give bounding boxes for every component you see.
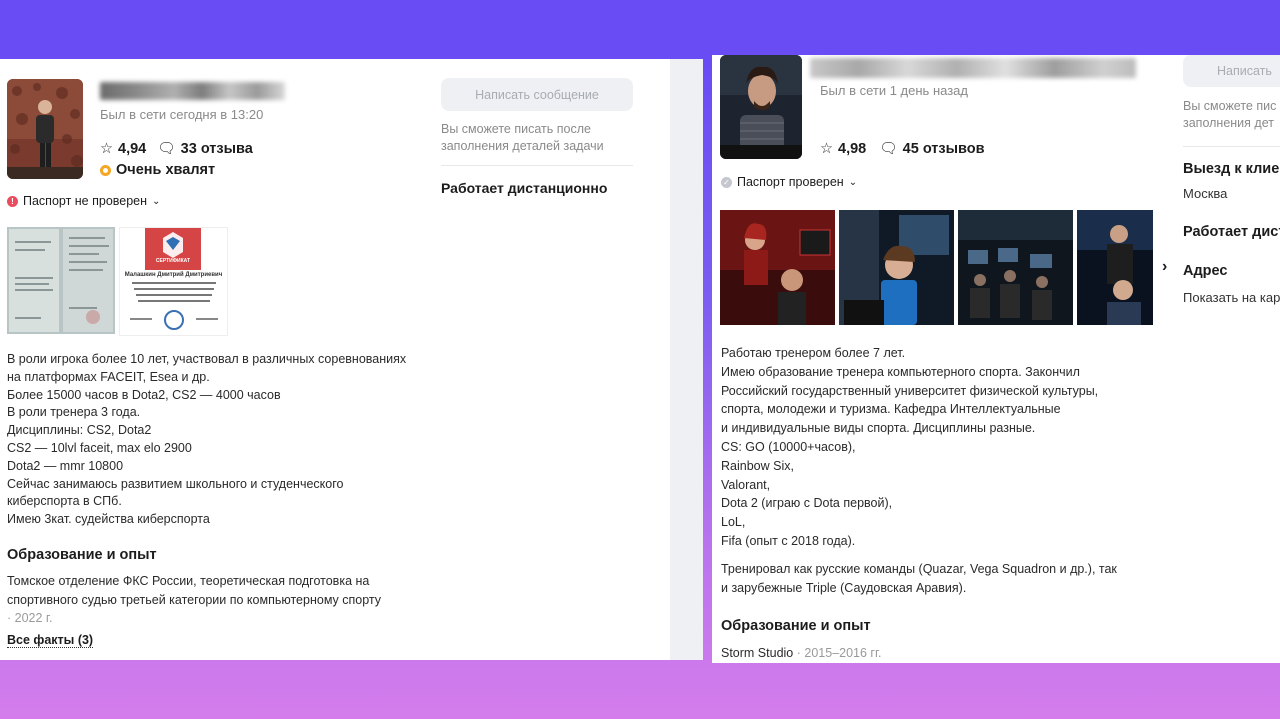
rating-value: 4,94 xyxy=(118,140,147,157)
badge-icon xyxy=(100,164,111,176)
avatar-image xyxy=(720,55,802,159)
teams-line: Тренировал как русские команды (Quazar, … xyxy=(721,562,1117,576)
visit-city: Москва xyxy=(1183,186,1228,201)
visit-client-title: Выезд к клие xyxy=(1183,161,1280,177)
rating-row: ☆ 4,94 🗨 33 отзыва xyxy=(100,140,253,158)
side-divider xyxy=(441,165,633,166)
rating-value: 4,98 xyxy=(838,140,867,157)
remote-work-label: Работает дист xyxy=(1183,224,1280,240)
education-text: Томское отделение ФКС России, теоретичес… xyxy=(7,572,427,628)
bio-line: Rainbow Six, xyxy=(721,458,794,473)
education-title: Образование и опыт xyxy=(7,547,157,563)
bio-line: Дисциплины: CS2, Dota2 xyxy=(7,423,152,438)
certificate-name: Малашкин Дмитрий Дмитриевич xyxy=(124,272,223,278)
comment-icon: 🗨 xyxy=(157,141,176,157)
praise-badge: Очень хвалят xyxy=(100,162,215,178)
bio-line: Работаю тренером более 7 лет. xyxy=(721,346,906,360)
reviews-link[interactable]: 33 отзыва xyxy=(181,141,253,157)
all-facts-link[interactable]: Все факты (3) xyxy=(7,633,94,648)
write-message-button[interactable]: Написать xyxy=(1183,55,1280,87)
bio-line: Dota2 — mmr 10800 xyxy=(7,458,124,473)
teams-line: и зарубежные Triple (Саудовская Аравия). xyxy=(721,580,967,595)
chevron-down-icon: ⌄ xyxy=(848,176,858,188)
diploma-thumbnail[interactable] xyxy=(7,227,115,334)
certificate-title: СЕРТИФИКАТ xyxy=(155,258,191,264)
education-title: Образование и опыт xyxy=(721,618,871,634)
bio-text: Работаю тренером более 7 лет. Имею образ… xyxy=(721,344,1161,551)
message-note: Вы сможете писать после заполнения детал… xyxy=(441,122,604,153)
bio-line: Fifa (опыт с 2018 года). xyxy=(721,533,856,548)
bio-line: Valorant, xyxy=(721,477,771,492)
bio-line: CS: GO (10000+часов), xyxy=(721,439,856,454)
gallery-photo[interactable] xyxy=(720,210,835,325)
message-note-line: заполнения дет xyxy=(1183,116,1274,130)
chevron-right-icon[interactable]: › xyxy=(1162,258,1167,276)
bio-line: CS2 — 10lvl faceit, max elo 2900 xyxy=(7,440,192,455)
gallery-photo[interactable] xyxy=(958,210,1073,325)
education-year: · 2022 г. xyxy=(7,611,53,625)
studio-years: · 2015–2016 гг. xyxy=(796,646,882,660)
comment-icon: 🗨 xyxy=(879,141,898,157)
bio-line: Имею образование тренера компьютерного с… xyxy=(721,364,1080,379)
write-message-button[interactable]: Написать сообщение xyxy=(441,78,633,111)
education-entry: Storm Studio · 2015–2016 гг. xyxy=(721,645,882,663)
gallery-photo[interactable] xyxy=(839,210,954,325)
bio-line: Более 15000 часов в Dota2, CS2 — 4000 ча… xyxy=(7,387,281,402)
message-note: Вы сможете пис заполнения дет xyxy=(1183,98,1276,132)
show-on-map-link[interactable]: Показать на кар xyxy=(1183,290,1280,305)
profile-name-blurred xyxy=(810,58,1136,78)
remote-work-label: Работает дистанционно xyxy=(441,180,608,196)
education-line: Томское отделение ФКС России, теоретичес… xyxy=(7,574,370,588)
star-icon: ☆ xyxy=(820,140,833,157)
passport-status[interactable]: ✓ Паспорт проверен ⌄ xyxy=(721,175,857,189)
warning-dot-icon: ! xyxy=(7,195,18,207)
bio-line: и индивидуальные виды спорта. Дисциплины… xyxy=(721,421,1036,436)
last-seen: Был в сети сегодня в 13:20 xyxy=(100,107,264,122)
certificate-thumbnail[interactable]: СЕРТИФИКАТ Малашкин Дмитрий Дмитриевич xyxy=(119,227,228,336)
bio-text: В роли игрока более 10 лет, участвовал в… xyxy=(7,351,427,529)
chevron-down-icon: ⌄ xyxy=(152,195,161,207)
bio-line: LoL, xyxy=(721,515,746,530)
avatar xyxy=(720,55,802,159)
check-dot-icon: ✓ xyxy=(721,176,732,188)
teams-text: Тренировал как русские команды (Quazar, … xyxy=(721,560,1161,598)
bio-line: Российский государственный университет ф… xyxy=(721,383,1099,398)
education-line: спортивного судью третьей категории по к… xyxy=(7,592,382,607)
reviews-link[interactable]: 45 отзывов xyxy=(903,141,985,157)
avatar xyxy=(7,79,83,179)
star-icon: ☆ xyxy=(100,140,113,157)
bio-line: на платформах FACEIT, Esea и др. xyxy=(7,369,210,384)
gallery-photo[interactable] xyxy=(1077,210,1153,325)
message-note-line: Вы сможете пис xyxy=(1183,99,1277,113)
bio-line: В роли игрока более 10 лет, участвовал в… xyxy=(7,352,407,366)
passport-label: Паспорт не проверен xyxy=(23,194,148,208)
rating-row: ☆ 4,98 🗨 45 отзывов xyxy=(820,140,985,158)
badge-label: Очень хвалят xyxy=(116,162,216,178)
right-profile-card: Был в сети 1 день назад ☆ 4,98 🗨 45 отзы… xyxy=(712,55,1280,663)
studio-name: Storm Studio xyxy=(721,646,794,660)
address-title: Адрес xyxy=(1183,263,1228,279)
bio-line: киберспорта в СПб. xyxy=(7,494,122,509)
passport-status[interactable]: ! Паспорт не проверен ⌄ xyxy=(7,194,160,208)
side-divider xyxy=(1183,146,1280,147)
bio-line: Dota 2 (играю с Dota первой), xyxy=(721,496,893,511)
left-panel-edge xyxy=(670,59,703,660)
left-profile-card: Был в сети сегодня в 13:20 ☆ 4,94 🗨 33 о… xyxy=(0,59,670,660)
bio-line: Сейчас занимаюсь развитием школьного и с… xyxy=(7,476,344,491)
avatar-image xyxy=(7,79,83,179)
profile-name-blurred xyxy=(100,82,285,100)
bio-line: Имею 3кат. судейства киберспорта xyxy=(7,512,210,527)
passport-label: Паспорт проверен xyxy=(737,175,844,189)
bio-line: В роли тренера 3 года. xyxy=(7,405,141,420)
bio-line: спорта, молодежи и туризма. Кафедра Инте… xyxy=(721,402,1061,417)
last-seen: Был в сети 1 день назад xyxy=(820,83,968,98)
